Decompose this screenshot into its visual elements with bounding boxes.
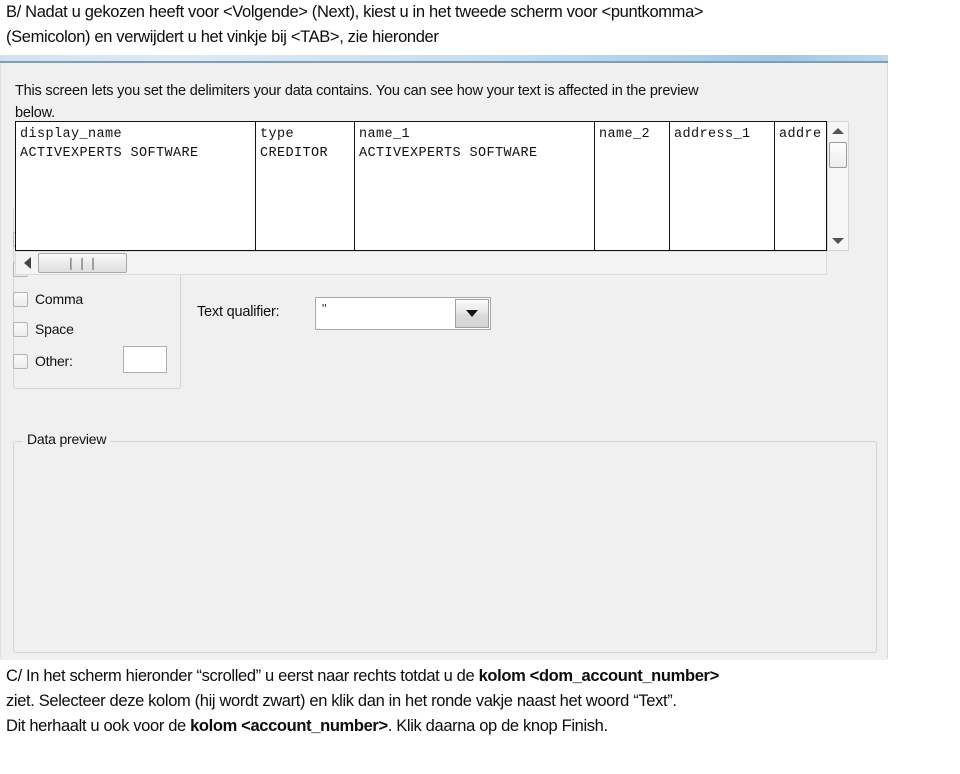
data-preview-column[interactable]: addre [775,122,826,250]
horizontal-scrollbar-thumb[interactable]: ❘❘❘ [38,253,127,273]
intro-line-1: B/ Nadat u gekozen heeft voor <Volgende>… [6,3,704,21]
intro-paragraph: B/ Nadat u gekozen heeft voor <Volgende>… [6,0,954,50]
outro-line-3: Dit herhaalt u ook voor de kolom <accoun… [6,714,956,739]
checkbox-space-label: Space [35,321,74,337]
outro-line-2: ziet. Selecteer deze kolom (hij wordt zw… [6,692,677,710]
data-preview-column[interactable]: type CREDITOR [256,122,355,250]
outro-line-1: C/ In het scherm hieronder “scrolled” u … [6,664,956,689]
data-preview-cell: CREDITOR [260,146,329,161]
data-preview-column[interactable]: display_name ACTIVEXPERTS SOFTWARE [16,122,256,250]
checkbox-space-box[interactable] [13,321,28,337]
vertical-scrollbar-thumb[interactable] [829,142,847,168]
chevron-down-icon[interactable] [455,299,489,328]
data-preview-column[interactable]: name_2 [595,122,670,250]
other-delimiter-input[interactable] [123,346,167,373]
triangle-left-glyph [23,257,31,269]
triangle-up-glyph [832,128,844,134]
checkbox-other-box[interactable] [13,353,28,369]
checkbox-comma[interactable]: Comma [13,289,83,309]
triangle-down-glyph [832,238,844,244]
wizard-description-line-1: This screen lets you set the delimiters … [15,83,699,99]
data-preview-cell: ACTIVEXPERTS SOFTWARE [20,146,199,161]
text-qualifier-value: " [322,301,327,316]
outro-line-3-text-b: . Klik daarna op de knop Finish. [387,717,608,735]
text-import-wizard-screenshot: This screen lets you set the delimiters … [0,55,888,660]
outro-paragraph: C/ In het scherm hieronder “scrolled” u … [6,664,956,739]
outro-line-3-bold: kolom <account_number> [190,717,388,735]
outro-line-3-text-a: Dit herhaalt u ook voor de [6,717,191,735]
outro-line-1-text: C/ In het scherm hieronder “scrolled” u … [6,667,479,685]
scroll-left-icon[interactable] [18,252,36,274]
data-preview-groupbox: Data preview [13,431,877,653]
checkbox-other[interactable]: Other: [13,351,73,371]
data-preview-column[interactable]: name_1 ACTIVEXPERTS SOFTWARE [355,122,595,250]
data-preview-vertical-scrollbar[interactable] [827,121,849,251]
data-preview-groupbox-title: Data preview [23,431,111,447]
wizard-description: This screen lets you set the delimiters … [15,80,865,124]
data-preview-horizontal-scrollbar[interactable]: ❘❘❘ [15,251,827,275]
chevron-down-glyph [466,310,478,317]
data-preview-column[interactable]: address_1 [670,122,775,250]
scroll-down-icon[interactable] [828,232,848,250]
wizard-body: This screen lets you set the delimiters … [0,63,888,658]
data-preview-column-header: type [260,127,295,142]
data-preview-column-header: name_1 [359,127,411,142]
checkbox-comma-label: Comma [35,291,84,307]
data-preview-column-header: display_name [20,127,123,142]
data-preview-column-header: address_1 [674,127,751,142]
data-preview-column-header: name_2 [599,127,651,142]
data-preview-column-header: addre [779,127,822,142]
data-preview-cell: ACTIVEXPERTS SOFTWARE [359,146,538,161]
text-qualifier-label: Text qualifier: [197,304,280,320]
outro-line-1-bold: kolom <dom_account_number> [478,667,720,685]
checkbox-other-label: Other: [35,353,73,369]
text-qualifier-combobox[interactable]: " [315,297,491,330]
intro-line-2: (Semicolon) en verwijdert u het vinkje b… [6,28,439,46]
scroll-up-icon[interactable] [828,122,848,140]
checkbox-comma-box[interactable] [13,291,28,307]
checkbox-space[interactable]: Space [13,319,74,339]
data-preview-table[interactable]: display_name ACTIVEXPERTS SOFTWARE type CRE… [15,121,827,251]
